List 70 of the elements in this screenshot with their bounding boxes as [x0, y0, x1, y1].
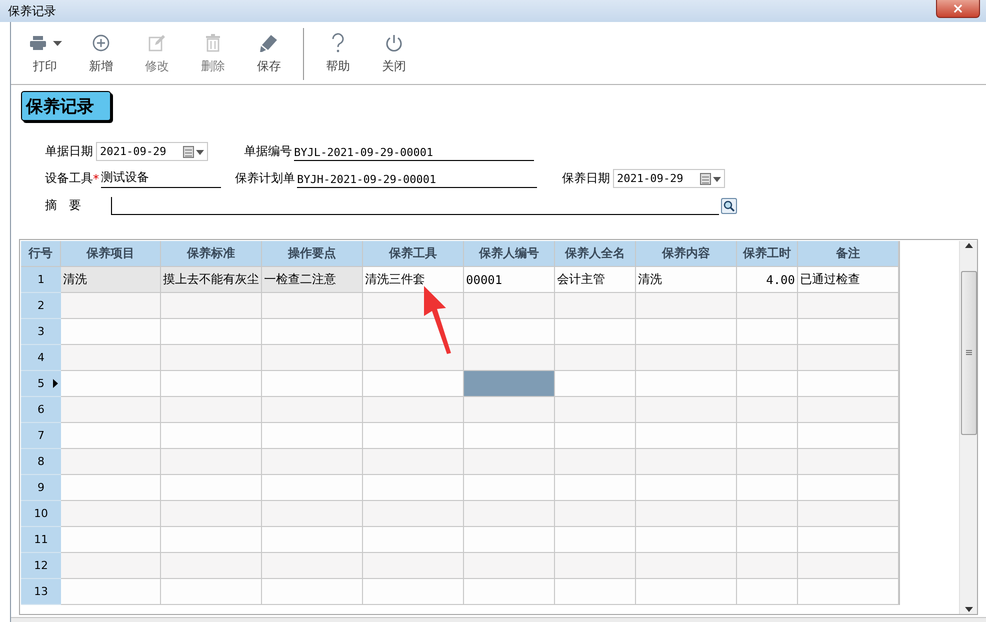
scroll-down-icon[interactable] — [964, 607, 972, 612]
field-label: 保养计划单 — [235, 170, 295, 187]
row-number: 5 — [21, 371, 61, 397]
table-cell: 00001 — [464, 267, 555, 293]
input-field[interactable] — [111, 196, 719, 214]
toolbar-button[interactable]: 帮助 — [310, 26, 366, 84]
table-cell: 清洗三件套 — [363, 267, 464, 293]
toolbar-button[interactable]: 关闭 — [366, 26, 422, 84]
input-field[interactable]: 测试设备 — [101, 170, 221, 188]
column-header[interactable]: 保养工时 — [737, 241, 798, 267]
pen-icon — [259, 34, 279, 52]
edit-icon — [148, 34, 166, 52]
add-icon — [92, 34, 110, 52]
column-header[interactable]: 行号 — [21, 241, 61, 267]
row-number: 2 — [21, 293, 61, 319]
toolbar-button[interactable]: 保存 — [241, 26, 297, 84]
question-mark-icon — [331, 33, 345, 53]
row-number: 6 — [21, 397, 61, 423]
field-label: 摘 要 — [45, 197, 82, 214]
column-header[interactable]: 保养人编号 — [464, 241, 555, 267]
row-number: 7 — [21, 423, 61, 449]
scroll-up-icon[interactable] — [964, 243, 972, 248]
input-field[interactable]: BYJH-2021-09-29-00001 — [297, 170, 537, 188]
date-field[interactable]: 2021-09-29 — [613, 169, 725, 188]
row-number: 9 — [21, 475, 61, 501]
row-number: 1 — [21, 267, 61, 293]
table-cell: 一检查二注意 — [262, 267, 363, 293]
field-label: 设备工具 — [45, 170, 93, 187]
power-icon — [385, 34, 403, 52]
row-number: 13 — [21, 579, 61, 605]
calendar-dropdown-icon[interactable] — [700, 172, 722, 184]
column-header[interactable]: 操作要点 — [262, 241, 363, 267]
grip-icon — [966, 350, 972, 355]
table-cell: 已通过检查 — [798, 267, 899, 293]
field-label: 保养日期 — [562, 170, 610, 187]
row-number: 10 — [21, 501, 61, 527]
scroll-thumb[interactable] — [960, 270, 976, 434]
section-heading: 保养记录 — [21, 91, 111, 121]
required-mark: * — [93, 172, 99, 186]
date-field[interactable]: 2021-09-29 — [96, 142, 208, 161]
window-title: 保养记录 — [8, 2, 56, 20]
toolbar-button[interactable]: 新增 — [73, 26, 129, 84]
field-label: 单据日期 — [45, 143, 93, 160]
scrollbar[interactable] — [959, 241, 977, 614]
calendar-dropdown-icon[interactable] — [183, 146, 205, 158]
table-cell: 清洗 — [636, 267, 737, 293]
field-label: 单据编号 — [244, 143, 292, 160]
column-header[interactable]: 保养内容 — [636, 241, 737, 267]
row-number: 4 — [21, 345, 61, 371]
column-header[interactable]: 备注 — [798, 241, 899, 267]
column-header[interactable]: 保养人全名 — [555, 241, 636, 267]
printer-icon — [28, 35, 46, 51]
column-header[interactable]: 保养项目 — [61, 241, 161, 267]
toolbar-button[interactable]: 打印 — [17, 26, 73, 84]
search-button[interactable] — [721, 198, 737, 214]
table-cell: 清洗 — [61, 267, 161, 293]
table-cell: 摸上去不能有灰尘 — [161, 267, 262, 293]
table-cell: 4.00 — [737, 267, 798, 293]
close-button[interactable]: × — [936, 0, 980, 18]
column-header[interactable]: 保养标准 — [161, 241, 262, 267]
column-header[interactable]: 保养工具 — [363, 241, 464, 267]
row-number: 11 — [21, 527, 61, 553]
trash-icon — [205, 34, 221, 52]
row-number: 8 — [21, 449, 61, 475]
search-icon — [723, 200, 735, 212]
input-field[interactable]: BYJL-2021-09-29-00001 — [294, 142, 534, 160]
table-cell: 会计主管 — [555, 267, 636, 293]
row-number: 3 — [21, 319, 61, 345]
row-number: 12 — [21, 553, 61, 579]
caret-icon[interactable] — [52, 40, 62, 46]
